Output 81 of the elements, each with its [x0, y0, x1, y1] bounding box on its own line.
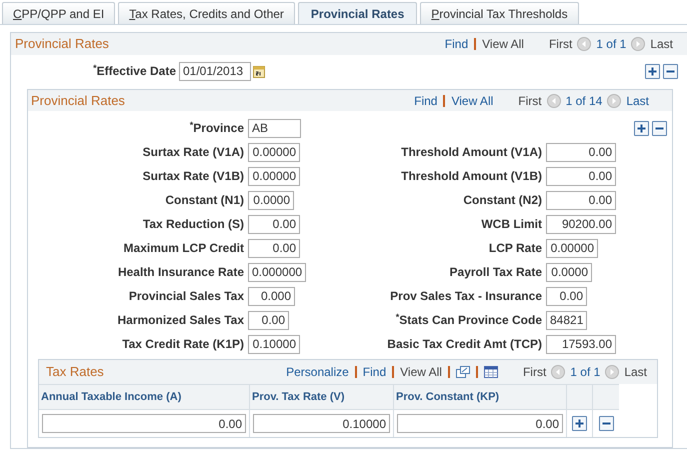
- nav-link[interactable]: Find: [414, 92, 438, 110]
- add-row-button[interactable]: [645, 64, 660, 78]
- nav-link[interactable]: Personalize: [286, 363, 349, 381]
- column-header: Annual Taxable Income (A): [39, 384, 250, 409]
- grid-input[interactable]: 0.00: [42, 414, 246, 433]
- last-label[interactable]: Last: [626, 92, 649, 110]
- text-field[interactable]: 0.000: [248, 286, 295, 306]
- column-header: Prov. Tax Rate (V): [250, 384, 394, 409]
- field-label: $^{*}$Stats Can Province Code: [394, 311, 543, 329]
- new-window-icon[interactable]: [456, 366, 470, 378]
- text-field[interactable]: AB: [248, 118, 301, 138]
- text-field[interactable]: 0.00: [248, 238, 300, 258]
- text-field[interactable]: 0.0000: [248, 190, 294, 210]
- text-field[interactable]: 0.00000: [248, 166, 300, 186]
- tab[interactable]: Provincial Rates: [298, 2, 418, 24]
- text-field[interactable]: 0.00000: [248, 142, 300, 162]
- delete-row-button[interactable]: [652, 120, 667, 136]
- text-field[interactable]: 0.00: [248, 214, 300, 234]
- tab[interactable]: Tax Rates, Credits and Other: [118, 2, 295, 24]
- grid-input[interactable]: 0.10000: [253, 414, 390, 433]
- nav-link[interactable]: Find: [444, 35, 468, 53]
- text-field[interactable]: 17593.00: [546, 334, 616, 354]
- text-field[interactable]: 0.000000: [248, 262, 306, 282]
- field-label: Basic Tax Credit Amt (TCP): [386, 336, 543, 353]
- field-label: Payroll Tax Rate: [448, 264, 543, 281]
- add-row-button[interactable]: [634, 120, 649, 136]
- field-label: Provincial Sales Tax: [128, 288, 245, 305]
- field-label: LCP Rate: [488, 240, 543, 257]
- first-label: First: [518, 92, 542, 110]
- text-field[interactable]: 0.00: [546, 190, 616, 210]
- text-field[interactable]: 0.00: [546, 142, 616, 162]
- section-title: Provincial Rates: [15, 35, 109, 54]
- calendar-icon[interactable]: [253, 64, 265, 78]
- field-label: WCB Limit: [480, 216, 543, 233]
- delete-row-button[interactable]: [663, 64, 678, 78]
- text-field[interactable]: 0.00: [546, 286, 587, 306]
- nav-link[interactable]: View All: [451, 92, 494, 110]
- text-field[interactable]: 0.00000: [546, 238, 598, 258]
- text-field[interactable]: 0.10000: [248, 334, 300, 354]
- field-label: Constant (N1): [164, 192, 245, 209]
- field-label: Tax Reduction (S): [142, 216, 245, 233]
- field-label: $^{*}$Province: [188, 119, 245, 137]
- column-header: Prov. Constant (KP): [394, 384, 567, 409]
- text-field[interactable]: 84821: [546, 310, 587, 330]
- page-count: 1 of 1: [596, 36, 626, 53]
- field-label: Threshold Amount (V1A): [400, 144, 543, 161]
- field-label: Threshold Amount (V1B): [400, 168, 543, 185]
- grid-title: Tax Rates: [46, 363, 104, 382]
- field-label: Harmonized Sales Tax: [116, 312, 245, 329]
- field-label: Tax Credit Rate (K1P): [121, 336, 245, 353]
- plus-icon: [575, 419, 584, 428]
- nav-text: View All: [482, 36, 524, 53]
- text-field[interactable]: 90200.00: [546, 214, 616, 234]
- nav-link[interactable]: Find: [362, 363, 386, 381]
- nav-text: View All: [400, 364, 442, 381]
- page-count: 1 of 1: [570, 364, 600, 381]
- first-label: First: [522, 364, 546, 381]
- first-label: First: [548, 36, 572, 53]
- tab[interactable]: Provincial Tax Thresholds: [420, 2, 579, 24]
- last-label: Last: [650, 36, 673, 53]
- field-label: Surtax Rate (V1A): [142, 144, 245, 161]
- text-field[interactable]: 0.00: [248, 310, 289, 330]
- field-label: Maximum LCP Credit: [122, 240, 245, 257]
- page-count: 1 of 14: [566, 92, 602, 110]
- field-label: Health Insurance Rate: [116, 264, 245, 281]
- field-label: Surtax Rate (V1B): [142, 168, 245, 185]
- field-label: Constant (N2): [462, 192, 543, 209]
- delete-row-button[interactable]: [598, 416, 614, 431]
- plus-icon: [648, 66, 657, 76]
- field-label: $^{*}$Effective Date: [92, 62, 177, 80]
- plus-icon: [637, 124, 646, 132]
- date-field[interactable]: 01/01/2013: [179, 62, 251, 80]
- last-label: Last: [624, 364, 647, 381]
- spreadsheet-icon[interactable]: [484, 366, 498, 378]
- text-field[interactable]: 0.00: [546, 166, 616, 186]
- section-title: Provincial Rates: [31, 92, 125, 110]
- grid-input[interactable]: 0.00: [397, 414, 563, 433]
- text-field[interactable]: 0.0000: [546, 262, 592, 282]
- field-label: Prov Sales Tax - Insurance: [389, 288, 543, 305]
- tab[interactable]: CPP/QPP and EI: [2, 2, 116, 24]
- add-row-button[interactable]: [572, 416, 587, 431]
